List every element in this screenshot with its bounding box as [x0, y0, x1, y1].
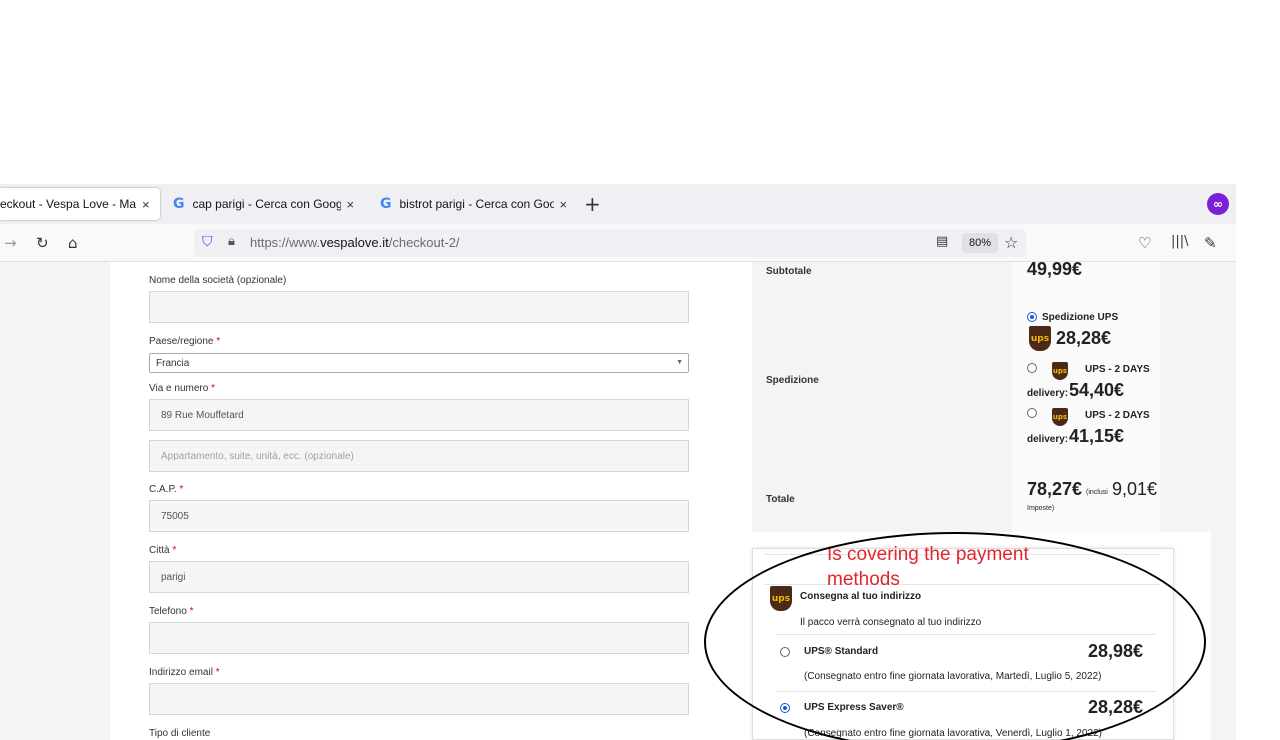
shield-icon[interactable]: ⛉: [202, 233, 213, 250]
shipping-option-price: 28,28€: [1056, 328, 1112, 348]
zip-label: C.A.P. *: [149, 484, 184, 495]
shipping-option-name: UPS - 2 DAYS: [1085, 364, 1150, 375]
bookmark-star-icon[interactable]: ☆: [1004, 233, 1018, 252]
shipping-option-radio[interactable]: [1027, 363, 1037, 373]
shipping-option-radio[interactable]: [1027, 408, 1037, 418]
street-label: Via e numero *: [149, 383, 215, 394]
shipping-label: Spedizione: [766, 375, 819, 386]
page-margin-left: [0, 262, 110, 740]
tab-title: cap parigi - Cerca con Google: [192, 197, 341, 211]
shipping-option-name: UPS - 2 DAYS: [1085, 410, 1150, 421]
tax-prefix: (inclusi: [1086, 489, 1108, 496]
google-icon: G: [380, 196, 392, 212]
shipping-option-price: 41,15€: [1069, 426, 1125, 446]
tab-close-icon[interactable]: ×: [142, 197, 150, 212]
country-label: Paese/regione *: [149, 336, 221, 347]
company-label: Nome della società (opzionale): [149, 275, 287, 286]
pocket-icon[interactable]: ♡: [1138, 234, 1151, 252]
tax-value: 9,01€: [1112, 479, 1158, 499]
library-icon[interactable]: |||\: [1171, 234, 1189, 249]
country-value: Francia: [156, 357, 190, 369]
home-icon[interactable]: ⌂: [68, 234, 78, 252]
shipping-option-radio[interactable]: [1027, 312, 1037, 322]
reload-icon[interactable]: ↻: [36, 234, 49, 252]
ups-logo-icon: ups: [1052, 362, 1068, 380]
reader-view-icon[interactable]: ▤: [936, 234, 948, 249]
tab-close-icon[interactable]: ×: [560, 197, 568, 212]
shipping-option-suffix: delivery:: [1027, 434, 1069, 445]
eyedropper-icon[interactable]: ✎: [1204, 234, 1217, 252]
url-bar[interactable]: ⛉ 🔒︎ https://www.vespalove.it/checkout-2…: [194, 229, 1026, 257]
tax-suffix: Imposte): [1027, 505, 1055, 512]
annotation-ellipse: [704, 532, 1206, 740]
url-text[interactable]: https://www.vespalove.it/checkout-2/: [250, 235, 460, 250]
ups-logo-icon: ups: [1052, 408, 1068, 426]
email-label: Indirizzo email *: [149, 667, 220, 678]
city-label: Città *: [149, 545, 177, 556]
new-tab-button[interactable]: +: [584, 192, 601, 216]
shipping-option-suffix: delivery:: [1027, 388, 1069, 399]
total-label: Totale: [766, 494, 795, 505]
ups-logo-icon: ups: [1029, 326, 1051, 351]
private-browsing-icon: ∞: [1207, 193, 1229, 215]
street-field[interactable]: 89 Rue Mouffetard: [149, 399, 689, 431]
subtotal-value: 49,99€: [1027, 259, 1083, 279]
tab-bistrot-parigi[interactable]: G bistrot parigi - Cerca con Googl ×: [380, 184, 570, 224]
tab-title: bistrot parigi - Cerca con Googl: [399, 197, 554, 211]
country-select[interactable]: Francia ▼: [149, 353, 689, 373]
zoom-level-badge[interactable]: 80%: [962, 233, 999, 253]
email-field[interactable]: [149, 683, 689, 715]
google-icon: G: [173, 196, 185, 212]
subtotal-label: Subtotale: [766, 266, 812, 277]
customer-type-label: Tipo di cliente: [149, 728, 211, 739]
phone-field[interactable]: [149, 622, 689, 654]
tab-cap-parigi[interactable]: G cap parigi - Cerca con Google ×: [173, 184, 363, 224]
total-value: 78,27€: [1027, 479, 1083, 499]
zip-field[interactable]: 75005: [149, 500, 689, 532]
page-margin-right: [1211, 262, 1236, 740]
city-field[interactable]: parigi: [149, 561, 689, 593]
shipping-option-name: Spedizione UPS: [1042, 312, 1119, 323]
tab-close-icon[interactable]: ×: [347, 197, 355, 212]
tab-title: eckout - Vespa Love - Mauro: [0, 197, 136, 211]
apartment-field[interactable]: Appartamento, suite, unità, ecc. (opzion…: [149, 440, 689, 472]
chevron-down-icon: ▼: [676, 359, 683, 366]
shipping-option-price: 54,40€: [1069, 380, 1125, 400]
tab-bar: eckout - Vespa Love - Mauro × G cap pari…: [0, 184, 1236, 224]
company-field[interactable]: [149, 291, 689, 323]
nav-bar: → ↻ ⌂ ⛉ 🔒︎ https://www.vespalove.it/chec…: [0, 224, 1236, 262]
tab-checkout[interactable]: eckout - Vespa Love - Mauro ×: [0, 188, 160, 220]
lock-icon[interactable]: 🔒︎: [228, 233, 235, 249]
forward-icon[interactable]: →: [4, 234, 17, 252]
phone-label: Telefono *: [149, 606, 194, 617]
